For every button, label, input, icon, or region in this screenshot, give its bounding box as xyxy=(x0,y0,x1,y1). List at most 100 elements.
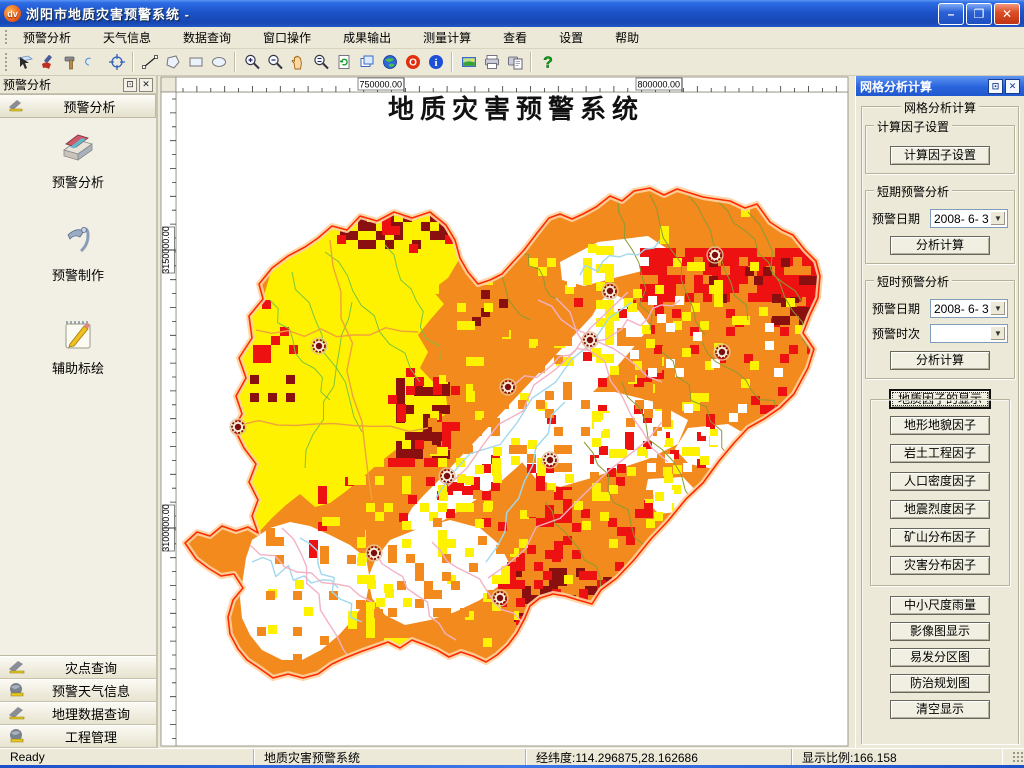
chevron-down-icon[interactable]: ▼ xyxy=(990,326,1006,341)
pan-hand-button[interactable] xyxy=(286,51,309,73)
combo-预警日期[interactable]: 2008- 6- 3 ▼ xyxy=(930,299,1008,318)
town-marker[interactable] xyxy=(706,246,724,264)
menu-item-6[interactable]: 测量计算 xyxy=(413,27,481,48)
print-preview-button[interactable] xyxy=(503,51,526,73)
ellipse-tool-button[interactable] xyxy=(207,51,230,73)
raster-cell xyxy=(446,509,455,518)
chevron-down-icon[interactable]: ▼ xyxy=(990,301,1006,316)
menu-item-8[interactable]: 设置 xyxy=(549,27,593,48)
cloud-tool-button[interactable] xyxy=(82,51,105,73)
地震烈度因子-button[interactable]: 地震烈度因子 xyxy=(890,500,990,519)
分析计算-button[interactable]: 分析计算 xyxy=(890,236,990,255)
refresh-button[interactable] xyxy=(332,51,355,73)
zoom-extent-button[interactable] xyxy=(309,51,332,73)
chevron-down-icon[interactable]: ▼ xyxy=(990,211,1006,226)
map-view[interactable]: 750000.00 800000.003150000.003100000.00地质… xyxy=(160,76,855,748)
tool-辅助标绘[interactable]: 辅助标绘 xyxy=(18,312,138,377)
toolbar-grip[interactable] xyxy=(4,51,9,73)
center-tool-button[interactable] xyxy=(105,51,128,73)
combo-预警日期[interactable]: 2008- 6- 3 ▼ xyxy=(930,209,1008,228)
town-marker[interactable] xyxy=(499,378,517,396)
town-marker[interactable] xyxy=(541,451,559,469)
town-marker[interactable] xyxy=(438,467,456,485)
help-button[interactable]: ? xyxy=(536,51,559,73)
raster-cell xyxy=(658,257,667,266)
raster-cell xyxy=(415,572,424,581)
town-marker[interactable] xyxy=(581,331,599,349)
layers-button[interactable] xyxy=(355,51,378,73)
globe-button[interactable] xyxy=(378,51,401,73)
menu-item-2[interactable]: 天气信息 xyxy=(93,27,161,48)
防治规划图-button[interactable]: 防治规划图 xyxy=(890,674,990,693)
tool-预警分析[interactable]: 预警分析 xyxy=(18,130,138,191)
raster-cell xyxy=(635,509,644,518)
map-view-button[interactable] xyxy=(457,51,480,73)
fill-tool-button[interactable] xyxy=(36,51,59,73)
pin-icon[interactable]: ⊡ xyxy=(123,77,137,92)
info-button[interactable]: i xyxy=(424,51,447,73)
raster-cell xyxy=(545,550,554,559)
section-地理数据查询[interactable]: 地理数据查询 xyxy=(0,702,156,725)
raster-cell xyxy=(757,293,766,302)
town-marker[interactable] xyxy=(601,282,619,300)
raster-cell xyxy=(262,354,271,363)
raster-cell xyxy=(493,447,502,456)
岩土工程因子-button[interactable]: 岩土工程因子 xyxy=(890,444,990,463)
menu-item-7[interactable]: 查看 xyxy=(493,27,537,48)
中小尺度雨量-button[interactable]: 中小尺度雨量 xyxy=(890,596,990,615)
人口密度因子-button[interactable]: 人口密度因子 xyxy=(890,472,990,491)
矿山分布因子-button[interactable]: 矿山分布因子 xyxy=(890,528,990,547)
section-工程管理[interactable]: 工程管理 xyxy=(0,725,156,748)
town-marker[interactable] xyxy=(491,589,509,607)
menu-item-1[interactable]: 预警分析 xyxy=(13,27,81,48)
hammer-tool-button[interactable] xyxy=(59,51,82,73)
raster-cell xyxy=(644,391,653,400)
raster-cell xyxy=(775,248,784,257)
town-marker[interactable] xyxy=(365,544,383,562)
pin-icon[interactable]: ⊡ xyxy=(988,78,1003,94)
combo-预警时次[interactable]: ▼ xyxy=(930,324,1008,343)
field-row: 预警时次 ▼ xyxy=(872,324,1008,343)
left-panel-header[interactable]: 预警分析 xyxy=(0,94,156,118)
清空显示-button[interactable]: 清空显示 xyxy=(890,700,990,719)
raster-cell xyxy=(347,555,356,564)
易发分区图-button[interactable]: 易发分区图 xyxy=(890,648,990,667)
tool-预警制作[interactable]: 预警制作 xyxy=(18,219,138,284)
影像图显示-button[interactable]: 影像图显示 xyxy=(890,622,990,641)
raster-cell xyxy=(320,636,329,645)
aux-plot-notepad-icon xyxy=(65,321,91,349)
menu-grip[interactable] xyxy=(4,29,9,46)
status-scale: 显示比例:166.158 xyxy=(792,749,1002,765)
print-button[interactable] xyxy=(480,51,503,73)
分析计算-button[interactable]: 分析计算 xyxy=(890,351,990,370)
地形地貌因子-button[interactable]: 地形地貌因子 xyxy=(890,416,990,435)
raster-cell xyxy=(433,608,442,617)
minimize-button[interactable]: – xyxy=(938,2,964,25)
menu-item-5[interactable]: 成果输出 xyxy=(333,27,401,48)
stop-button[interactable]: O xyxy=(401,51,424,73)
menu-item-4[interactable]: 窗口操作 xyxy=(253,27,321,48)
zoom-out-button[interactable] xyxy=(263,51,286,73)
polygon-tool-button[interactable] xyxy=(161,51,184,73)
town-marker[interactable] xyxy=(713,343,731,361)
close-icon[interactable]: ✕ xyxy=(139,77,153,92)
rectangle-tool-button[interactable] xyxy=(184,51,207,73)
close-button[interactable]: ✕ xyxy=(994,2,1020,25)
raster-cell xyxy=(271,336,280,345)
resize-grip[interactable] xyxy=(1012,751,1024,763)
raster-cell xyxy=(646,339,655,348)
zoom-in-button[interactable] xyxy=(240,51,263,73)
section-灾点查询[interactable]: 灾点查询 xyxy=(0,656,156,679)
section-预警天气信息[interactable]: 预警天气信息 xyxy=(0,679,156,702)
计算因子设置-button[interactable]: 计算因子设置 xyxy=(890,146,990,165)
raster-cell xyxy=(592,438,601,447)
town-marker[interactable] xyxy=(229,418,247,436)
灾害分布因子-button[interactable]: 灾害分布因子 xyxy=(890,556,990,575)
close-icon[interactable]: ✕ xyxy=(1005,78,1020,94)
town-marker[interactable] xyxy=(310,337,328,355)
menu-item-9[interactable]: 帮助 xyxy=(605,27,649,48)
select-tool-button[interactable] xyxy=(13,51,36,73)
line-tool-button[interactable] xyxy=(138,51,161,73)
restore-button[interactable]: ❐ xyxy=(966,2,992,25)
menu-item-3[interactable]: 数据查询 xyxy=(173,27,241,48)
